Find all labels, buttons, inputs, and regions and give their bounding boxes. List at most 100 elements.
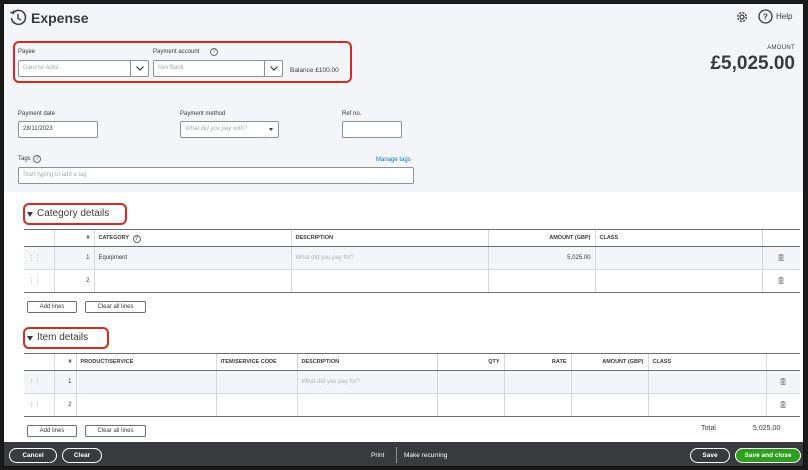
table-row[interactable]: ⋮⋮ 1 What did you pay for?	[24, 370, 800, 394]
expense-window: Expense ? Help AMOUNT £5,025.00 Payee Ga…	[3, 3, 804, 467]
payment-account-dropdown-button[interactable]	[264, 60, 283, 77]
manage-tags-link[interactable]: Manage tags	[376, 157, 411, 163]
print-button[interactable]: Print	[371, 452, 384, 459]
item-code-column-header: ITEM/SERVICE CODE	[215, 353, 297, 371]
class-column-header: CLASS	[647, 353, 766, 371]
class-cell[interactable]	[594, 269, 762, 293]
drag-handle-icon[interactable]: ⋮⋮	[24, 370, 54, 394]
product-cell[interactable]	[75, 393, 216, 417]
amount-cell[interactable]: 5,025.00	[487, 246, 595, 270]
rate-cell[interactable]	[503, 370, 571, 394]
category-cell[interactable]	[93, 269, 291, 293]
delete-column-header	[761, 229, 800, 247]
cancel-button[interactable]: Cancel	[9, 448, 57, 463]
qty-cell[interactable]	[436, 393, 504, 417]
row-number: 1	[53, 370, 76, 394]
num-column-header: #	[53, 229, 94, 247]
caret-down-icon	[269, 128, 273, 131]
payment-method-label: Payment method	[180, 111, 226, 117]
drag-handle-icon[interactable]: ⋮⋮	[24, 246, 54, 270]
total-label: Total	[701, 425, 716, 432]
row-number: 2	[53, 393, 76, 417]
payment-date-input[interactable]: 28/11/2023	[18, 121, 98, 138]
save-button[interactable]: Save	[690, 448, 730, 463]
svg-text:?: ?	[763, 13, 768, 22]
description-cell[interactable]: What did you pay for?	[290, 246, 488, 270]
category-add-lines-button[interactable]: Add lines	[27, 301, 77, 313]
delete-row-button[interactable]	[761, 246, 800, 270]
table-row[interactable]: ⋮⋮ 2	[24, 393, 800, 417]
info-icon[interactable]: ?	[33, 155, 41, 163]
category-details-title[interactable]: Category details	[37, 208, 109, 219]
payment-method-select[interactable]: What did you pay with?	[180, 121, 266, 138]
item-code-cell[interactable]	[215, 370, 297, 394]
class-cell[interactable]	[647, 393, 766, 417]
delete-row-button[interactable]	[761, 269, 800, 293]
payment-account-label: Payment account	[153, 49, 200, 55]
amount-cell[interactable]	[570, 370, 648, 394]
payee-select[interactable]: Gauche Adisi	[18, 60, 131, 77]
info-icon[interactable]: ?	[132, 235, 141, 243]
ref-no-input[interactable]	[342, 121, 402, 138]
category-table: # CATEGORY ? DESCRIPTION AMOUNT (GBP) CL…	[24, 229, 800, 293]
description-cell[interactable]	[296, 393, 437, 417]
drag-handle-icon[interactable]: ⋮⋮	[24, 269, 54, 293]
category-column-header: CATEGORY ?	[93, 229, 291, 247]
row-number: 2	[53, 269, 94, 293]
tags-input[interactable]: Start typing to add a tag	[18, 167, 414, 184]
category-cell[interactable]: Equipment	[93, 246, 291, 270]
category-table-header: # CATEGORY ? DESCRIPTION AMOUNT (GBP) CL…	[24, 229, 800, 247]
amount-total: £5,025.00	[710, 53, 795, 74]
description-cell[interactable]	[290, 269, 488, 293]
amount-cell[interactable]	[570, 393, 648, 417]
collapse-triangle-icon[interactable]	[27, 336, 33, 341]
delete-row-button[interactable]	[765, 393, 800, 417]
drag-handle-icon[interactable]: ⋮⋮	[24, 393, 54, 417]
payment-method-dropdown-button[interactable]	[265, 121, 279, 138]
payee-dropdown-button[interactable]	[130, 60, 149, 77]
item-clear-all-lines-button[interactable]: Clear all lines	[85, 425, 146, 437]
table-row[interactable]: ⋮⋮ 1 Equipment What did you pay for? 5,0…	[24, 246, 800, 270]
class-cell[interactable]	[647, 370, 766, 394]
description-cell[interactable]: What did you pay for?	[296, 370, 437, 394]
amount-cell[interactable]	[487, 269, 595, 293]
class-column-header: CLASS	[594, 229, 762, 247]
collapse-triangle-icon[interactable]	[27, 212, 33, 217]
account-balance: Balance £100.00	[290, 67, 339, 74]
rate-cell[interactable]	[503, 393, 571, 417]
history-icon[interactable]	[9, 9, 27, 27]
delete-column-header	[765, 353, 800, 371]
product-column-header: PRODUCT/SERVICE	[75, 353, 216, 371]
chevron-down-icon	[270, 66, 278, 71]
item-details-title[interactable]: Item details	[37, 332, 88, 343]
category-clear-all-lines-button[interactable]: Clear all lines	[85, 301, 146, 313]
product-cell[interactable]	[75, 370, 216, 394]
save-and-close-button[interactable]: Save and close	[735, 448, 801, 463]
item-add-lines-button[interactable]: Add lines	[27, 425, 77, 437]
info-icon[interactable]: ?	[210, 48, 218, 56]
payment-account-select[interactable]: Kev Bank	[153, 60, 265, 77]
item-table-header: # PRODUCT/SERVICE ITEM/SERVICE CODE DESC…	[24, 353, 800, 371]
clear-button[interactable]: Clear	[62, 448, 102, 463]
item-code-cell[interactable]	[215, 393, 297, 417]
header-bar: Expense ? Help	[4, 4, 803, 34]
gear-icon[interactable]	[735, 10, 749, 24]
item-table: # PRODUCT/SERVICE ITEM/SERVICE CODE DESC…	[24, 353, 800, 417]
trash-icon	[778, 276, 784, 284]
qty-column-header: QTY	[436, 353, 504, 371]
class-cell[interactable]	[594, 246, 762, 270]
table-row[interactable]: ⋮⋮ 2	[24, 269, 800, 293]
make-recurring-button[interactable]: Make recurring	[404, 452, 447, 459]
qty-cell[interactable]	[436, 370, 504, 394]
page-title: Expense	[31, 10, 89, 26]
delete-row-button[interactable]	[765, 370, 800, 394]
rate-column-header: RATE	[503, 353, 571, 371]
help-link[interactable]: Help	[776, 12, 792, 21]
trash-icon	[780, 377, 786, 385]
help-icon[interactable]: ?	[758, 9, 773, 24]
drag-column-header	[24, 353, 54, 371]
footer-bar: Cancel Clear Print Make recurring Save S…	[4, 442, 803, 466]
payee-label: Payee	[18, 49, 36, 55]
chevron-down-icon	[136, 66, 144, 71]
amount-column-header: AMOUNT (GBP)	[487, 229, 595, 247]
